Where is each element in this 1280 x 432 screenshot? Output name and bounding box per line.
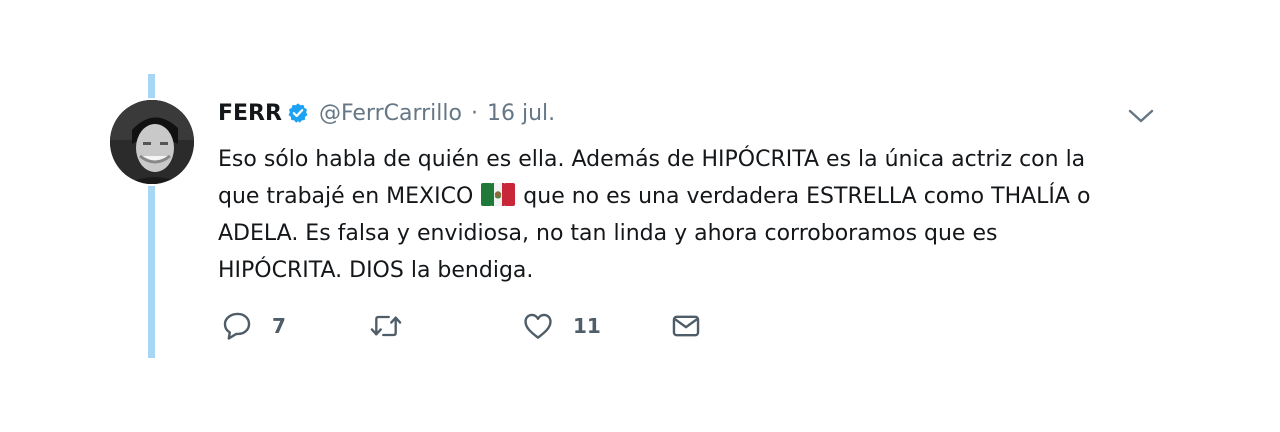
direct-message-icon [669, 309, 703, 343]
tweet-text-line-1: Eso sólo habla de quién es ella. Además … [218, 147, 1086, 172]
direct-message-button[interactable] [669, 308, 703, 344]
reply-count: 7 [272, 314, 286, 338]
tweet-header: FERR @FerrCarrillo · 16 jul. [218, 96, 555, 130]
retweet-icon [368, 309, 404, 343]
like-icon [521, 309, 555, 343]
tweet-text-line-3: ADELA. Es falsa y envidiosa, no tan lind… [218, 221, 998, 246]
tweet-card[interactable]: FERR @FerrCarrillo · 16 jul. Eso sólo ha… [0, 0, 1280, 432]
like-button[interactable]: 11 [521, 308, 601, 344]
tweet-text-line-2-end: que no es una verdadera ESTRELLA como TH… [523, 184, 1091, 209]
mexico-flag-icon [481, 181, 516, 206]
tweet-actions: 7 11 [0, 308, 1280, 344]
reply-button[interactable]: 7 [220, 308, 286, 344]
like-count: 11 [573, 314, 601, 338]
chevron-down-icon[interactable] [1126, 104, 1156, 128]
reply-icon [220, 309, 254, 343]
tweet-text: Eso sólo habla de quién es ella. Además … [218, 141, 1148, 289]
tweet-text-line-2: que trabajé en MEXICO que no es una verda… [218, 178, 1148, 215]
separator-dot: · [470, 100, 478, 126]
avatar[interactable] [108, 98, 196, 186]
retweet-button[interactable] [368, 308, 422, 344]
tweet-text-line-4: HIPÓCRITA. DIOS la bendiga. [218, 258, 534, 283]
verified-badge-icon [287, 102, 309, 124]
display-name[interactable]: FERR [218, 101, 282, 126]
tweet-date[interactable]: 16 jul. [487, 101, 555, 126]
handle[interactable]: @FerrCarrillo [319, 101, 462, 126]
tweet-text-line-2-start: que trabajé en MEXICO [218, 184, 474, 209]
